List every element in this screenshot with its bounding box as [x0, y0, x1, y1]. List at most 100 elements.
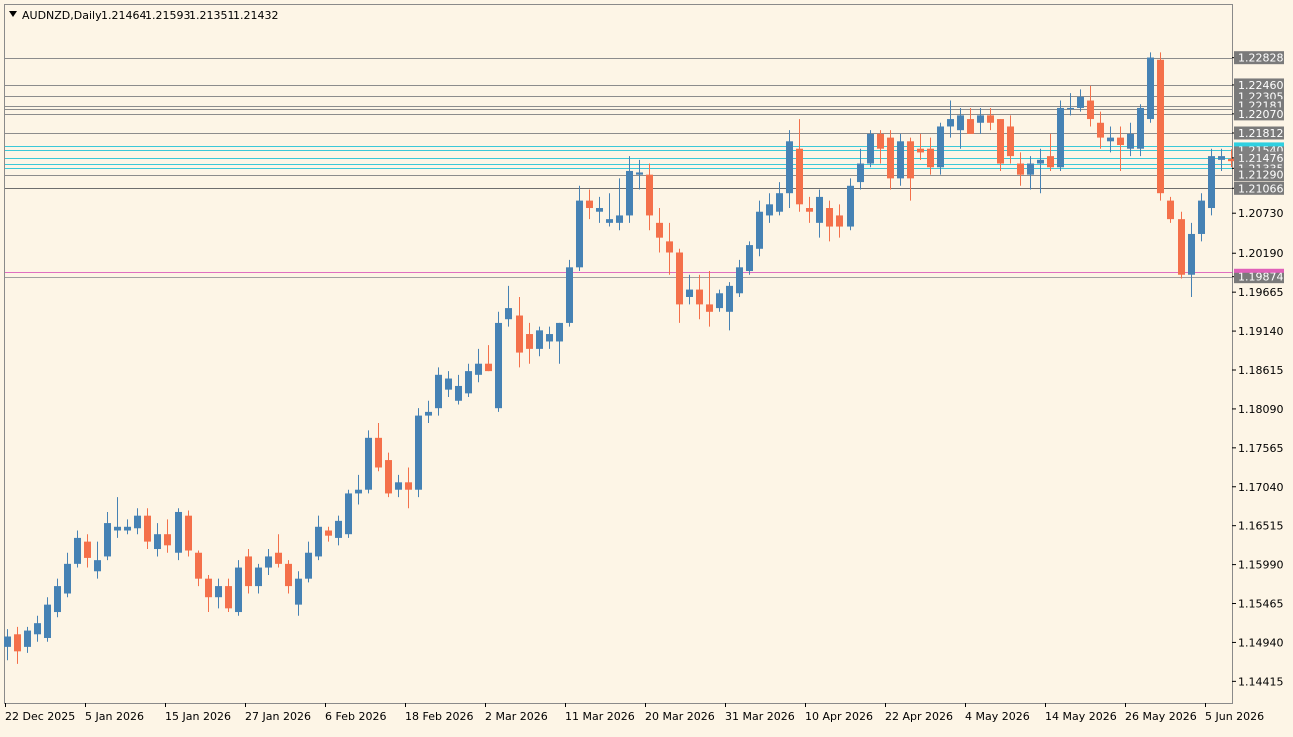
candle	[847, 178, 854, 231]
candle-body	[536, 330, 543, 349]
x-tick-label: 5 Jan 2026	[85, 710, 144, 723]
candle-body	[1077, 96, 1084, 108]
y-tick-label: 1.16515	[1238, 520, 1284, 533]
symbol-label: AUDNZD,Daily	[22, 9, 102, 22]
x-tick-label: 6 Feb 2026	[325, 710, 386, 723]
y-tick-label: 1.14940	[1238, 636, 1284, 649]
candle-body	[425, 411, 432, 416]
x-tick-label: 14 May 2026	[1045, 710, 1117, 723]
candle-body	[977, 115, 984, 123]
candle	[495, 311, 502, 412]
candle	[345, 489, 352, 538]
candle-body	[195, 552, 202, 579]
candle-body	[205, 578, 212, 598]
candle-body	[1087, 100, 1094, 120]
ohlc-high: 1.21593	[145, 9, 191, 22]
candle	[1147, 52, 1154, 123]
candle-body	[315, 526, 322, 557]
candle-body	[716, 293, 723, 309]
candle-body	[84, 541, 91, 558]
candle-body	[325, 530, 332, 536]
candle-body	[776, 193, 783, 212]
x-tick-label: 10 Apr 2026	[805, 710, 873, 723]
candle-body	[666, 241, 673, 253]
x-tick-label: 27 Jan 2026	[245, 710, 311, 723]
y-tick-label: 1.18090	[1238, 403, 1284, 416]
candle-body	[1117, 137, 1124, 146]
candle-body	[1198, 200, 1205, 234]
x-tick-label: 20 Mar 2026	[645, 710, 715, 723]
candle-body	[947, 119, 954, 127]
candle-body	[235, 567, 242, 613]
candle	[185, 510, 192, 557]
x-tick-label: 4 May 2026	[965, 710, 1030, 723]
candle	[175, 508, 182, 561]
candle-body	[1178, 219, 1185, 275]
candle-body	[997, 119, 1004, 164]
candle-body	[114, 526, 121, 531]
candle-body	[335, 520, 342, 538]
candle-body	[485, 363, 492, 372]
candle-body	[626, 170, 633, 216]
candle-body	[134, 515, 141, 529]
candle-body	[275, 552, 282, 564]
y-tick-label: 1.20190	[1238, 247, 1284, 260]
candle-body	[1047, 156, 1054, 168]
candle-body	[987, 115, 994, 123]
x-tick-label: 22 Apr 2026	[885, 710, 953, 723]
candle-body	[245, 556, 252, 587]
y-tick-label: 1.19140	[1238, 325, 1284, 338]
y-tick-label: 1.17565	[1238, 442, 1284, 455]
candle-body	[796, 148, 803, 205]
price-label-text: 1.22828	[1238, 52, 1284, 65]
candle-body	[1057, 107, 1064, 168]
candle-body	[816, 196, 823, 223]
candle-body	[305, 552, 312, 579]
candle	[746, 241, 753, 275]
candle-body	[14, 634, 21, 652]
candle-body	[415, 415, 422, 490]
y-tick-label: 1.15990	[1238, 559, 1284, 572]
candle-body	[877, 133, 884, 149]
candle-body	[516, 315, 523, 353]
level-price-label: 1.21066	[1234, 181, 1284, 195]
candle-body	[756, 211, 763, 249]
candle-body	[566, 267, 573, 323]
candle-body	[766, 204, 773, 216]
candle-body	[596, 208, 603, 212]
candle	[365, 430, 372, 494]
y-tick-label: 1.19665	[1238, 286, 1284, 299]
candle-body	[435, 374, 442, 409]
pink-level-marker	[1234, 268, 1284, 273]
candle-body	[185, 515, 192, 551]
candle-body	[616, 215, 623, 223]
price-chart[interactable]: 1.228281.224601.220701.218121.214761.213…	[0, 0, 1293, 733]
candle-body	[1127, 133, 1134, 149]
y-tick-label: 1.15465	[1238, 598, 1284, 611]
y-tick-label: 1.17040	[1238, 481, 1284, 494]
x-tick-label: 18 Feb 2026	[405, 710, 473, 723]
chart-window[interactable]: 1.228281.224601.220701.218121.214761.213…	[0, 0, 1293, 733]
candle	[235, 560, 242, 616]
candle-body	[1157, 59, 1164, 194]
candle	[1167, 196, 1174, 223]
price-label-text: 1.21290	[1238, 169, 1284, 182]
candle-body	[475, 363, 482, 375]
candle-body	[1218, 156, 1225, 160]
candle	[566, 259, 573, 327]
candle-body	[806, 208, 813, 212]
x-tick-label: 5 Jun 2026	[1205, 710, 1264, 723]
candle-body	[1147, 57, 1154, 120]
candle-body	[576, 200, 583, 268]
candle-body	[1097, 122, 1104, 138]
chart-header: AUDNZD,Daily 1.21464 1.21593 1.21351 1.2…	[9, 9, 279, 22]
candle-body	[736, 267, 743, 294]
candle-body	[556, 322, 563, 342]
price-label-text: 1.21066	[1238, 182, 1284, 195]
candle-body	[526, 334, 533, 349]
candle	[1157, 52, 1164, 201]
candle-body	[636, 172, 643, 175]
candle-body	[646, 174, 653, 216]
candle-body	[1208, 156, 1215, 209]
candle-body	[897, 141, 904, 179]
